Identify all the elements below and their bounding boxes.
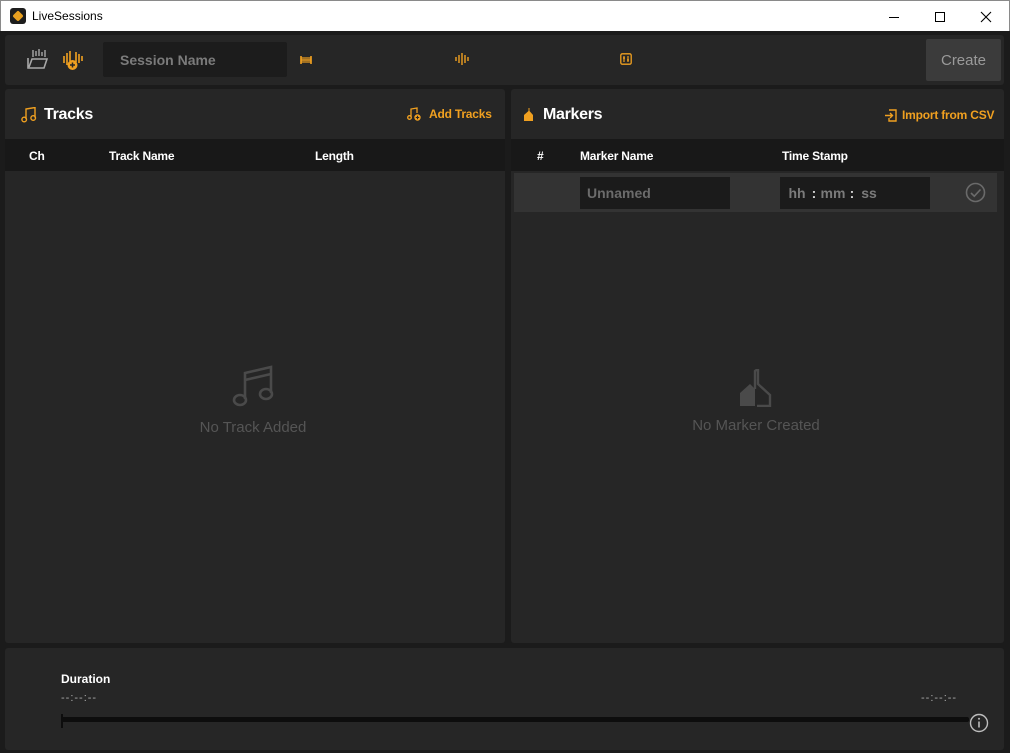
toolbar: Create (5, 35, 1004, 85)
empty-music-note-icon (232, 365, 274, 407)
window-title: LiveSessions (32, 9, 103, 23)
window-controls (871, 1, 1009, 32)
markers-empty-text: No Marker Created (692, 417, 820, 434)
music-note-icon (21, 107, 37, 123)
tracks-empty-text: No Track Added (199, 419, 307, 436)
minimize-button[interactable] (871, 1, 917, 32)
tracks-title: Tracks (44, 106, 93, 123)
duration-start-time: --:--:-- (61, 692, 98, 704)
import-csv-button[interactable]: Import from CSV (885, 108, 995, 122)
hours-input[interactable]: hh (785, 185, 809, 201)
add-tracks-label: Add Tracks (429, 107, 492, 121)
tracks-panel: Tracks Add Tracks Ch Track Name Length N… (5, 89, 505, 643)
time-separator: : (849, 185, 855, 201)
tracks-empty-state: No Track Added (155, 365, 351, 436)
import-file-icon (885, 108, 897, 122)
add-music-icon (407, 107, 421, 121)
add-tracks-button[interactable]: Add Tracks (407, 107, 492, 121)
close-button[interactable] (963, 1, 1009, 32)
width-fit-icon[interactable] (300, 55, 312, 65)
info-icon[interactable] (969, 713, 989, 733)
maximize-icon (935, 11, 945, 22)
markers-table-header: # Marker Name Time Stamp (511, 139, 1004, 171)
column-header-number[interactable]: # (537, 149, 544, 163)
minutes-input[interactable]: mm (819, 185, 847, 201)
close-icon (980, 11, 992, 22)
app-logo-icon (10, 8, 26, 24)
empty-marker-icon (740, 369, 772, 407)
waveform-icon[interactable] (455, 53, 470, 65)
maximize-button[interactable] (917, 1, 963, 32)
time-separator: : (811, 185, 817, 201)
markers-title: Markers (543, 106, 603, 123)
marker-icon (524, 108, 533, 121)
title-bar: LiveSessions (0, 0, 1010, 31)
duration-end-time: --:--:-- (921, 692, 958, 704)
column-header-track-name[interactable]: Track Name (109, 149, 175, 163)
confirm-check-icon[interactable] (965, 182, 986, 203)
session-name-input[interactable] (103, 42, 287, 77)
timeline-start-handle[interactable] (61, 714, 63, 728)
markers-empty-state: No Marker Created (656, 369, 856, 434)
column-header-marker-name[interactable]: Marker Name (580, 149, 653, 163)
column-header-length[interactable]: Length (315, 149, 354, 163)
minimize-icon (889, 16, 899, 18)
markers-panel: Markers Import from CSV # Marker Name Ti… (511, 89, 1004, 643)
duration-timeline[interactable] (61, 717, 969, 722)
seconds-input[interactable]: ss (857, 185, 881, 201)
column-header-time-stamp[interactable]: Time Stamp (782, 149, 848, 163)
import-csv-label: Import from CSV (902, 108, 995, 122)
duration-label: Duration (61, 672, 111, 686)
column-header-ch[interactable]: Ch (29, 149, 45, 163)
new-marker-row: hh : mm : ss (514, 173, 997, 212)
marker-name-input[interactable] (580, 177, 730, 209)
duration-panel: Duration --:--:-- --:--:-- (5, 648, 1004, 750)
add-audio-icon[interactable] (62, 48, 86, 72)
grid-settings-icon[interactable] (620, 53, 632, 65)
open-folder-icon[interactable] (26, 48, 48, 70)
time-stamp-input: hh : mm : ss (780, 177, 930, 209)
tracks-table-header: Ch Track Name Length (5, 139, 505, 171)
create-button[interactable]: Create (926, 39, 1001, 81)
